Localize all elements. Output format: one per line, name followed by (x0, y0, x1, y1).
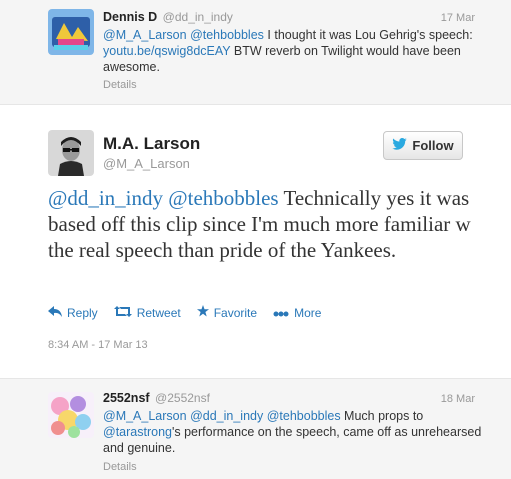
mention-link[interactable]: @M_A_Larson (103, 409, 187, 423)
avatar[interactable] (48, 130, 94, 176)
mention-link[interactable]: @M_A_Larson (103, 28, 187, 42)
user-handle[interactable]: @M_A_Larson (103, 156, 190, 171)
tweet-text: @dd_in_indy @tehbobbles Technically yes … (48, 185, 478, 263)
tweet-text: @M_A_Larson @tehbobbles I thought it was… (103, 27, 483, 75)
user-handle[interactable]: @2552nsf (155, 391, 210, 405)
mention-link[interactable]: @dd_in_indy (48, 186, 163, 210)
follow-button[interactable]: Follow (383, 131, 463, 160)
user-handle[interactable]: @dd_in_indy (163, 10, 233, 24)
retweet-button[interactable]: Retweet (113, 305, 181, 320)
user-fullname[interactable]: 2552nsf (103, 391, 150, 405)
reply-label: Reply (67, 305, 98, 320)
retweet-label: Retweet (136, 305, 181, 320)
user-fullname[interactable]: M.A. Larson (103, 134, 200, 154)
tweet-timestamp[interactable]: 8:34 AM - 17 Mar 13 (48, 339, 148, 351)
tweet-text: @M_A_Larson @dd_in_indy @tehbobbles Much… (103, 408, 483, 456)
reply-tweet-top: Dennis D @dd_in_indy 17 Mar @M_A_Larson … (0, 0, 511, 105)
favorite-label: Favorite (213, 305, 258, 320)
more-icon (273, 306, 289, 320)
tweet-date[interactable]: 18 Mar (441, 393, 475, 405)
retweet-icon (113, 305, 132, 320)
more-label: More (294, 305, 322, 320)
more-button[interactable]: More (273, 305, 321, 320)
mention-link[interactable]: @tehbobbles (168, 186, 278, 210)
name-line: 2552nsf @2552nsf (103, 391, 210, 405)
main-tweet: M.A. Larson @M_A_Larson Follow @dd_in_in… (0, 105, 511, 378)
reply-button[interactable]: Reply (48, 305, 98, 320)
avatar[interactable] (48, 392, 94, 438)
reply-tweet-bottom: 2552nsf @2552nsf 18 Mar @M_A_Larson @dd_… (0, 378, 511, 479)
reply-icon (48, 305, 62, 320)
mention-link[interactable]: @tarastrong (103, 425, 172, 439)
user-fullname[interactable]: Dennis D (103, 10, 157, 24)
twitter-bird-icon (392, 138, 408, 153)
mention-link[interactable]: @dd_in_indy (190, 409, 263, 423)
mention-link[interactable]: @tehbobbles (267, 409, 341, 423)
details-link[interactable]: Details (103, 461, 137, 473)
star-icon (196, 305, 209, 320)
follow-label: Follow (412, 138, 454, 153)
name-line: Dennis D @dd_in_indy (103, 10, 233, 24)
details-link[interactable]: Details (103, 79, 137, 91)
favorite-button[interactable]: Favorite (196, 305, 258, 320)
tweet-text-segment: I thought it was Lou Gehrig's speech: (263, 28, 473, 42)
tweet-date[interactable]: 17 Mar (441, 12, 475, 24)
tweet-actions: Reply Retweet Favorite More (48, 305, 321, 320)
avatar[interactable] (48, 9, 94, 55)
mention-link[interactable]: @tehbobbles (190, 28, 264, 42)
tweet-text-segment: Much props to (340, 409, 424, 423)
url-link[interactable]: youtu.be/qswig8dcEAY (103, 44, 230, 58)
